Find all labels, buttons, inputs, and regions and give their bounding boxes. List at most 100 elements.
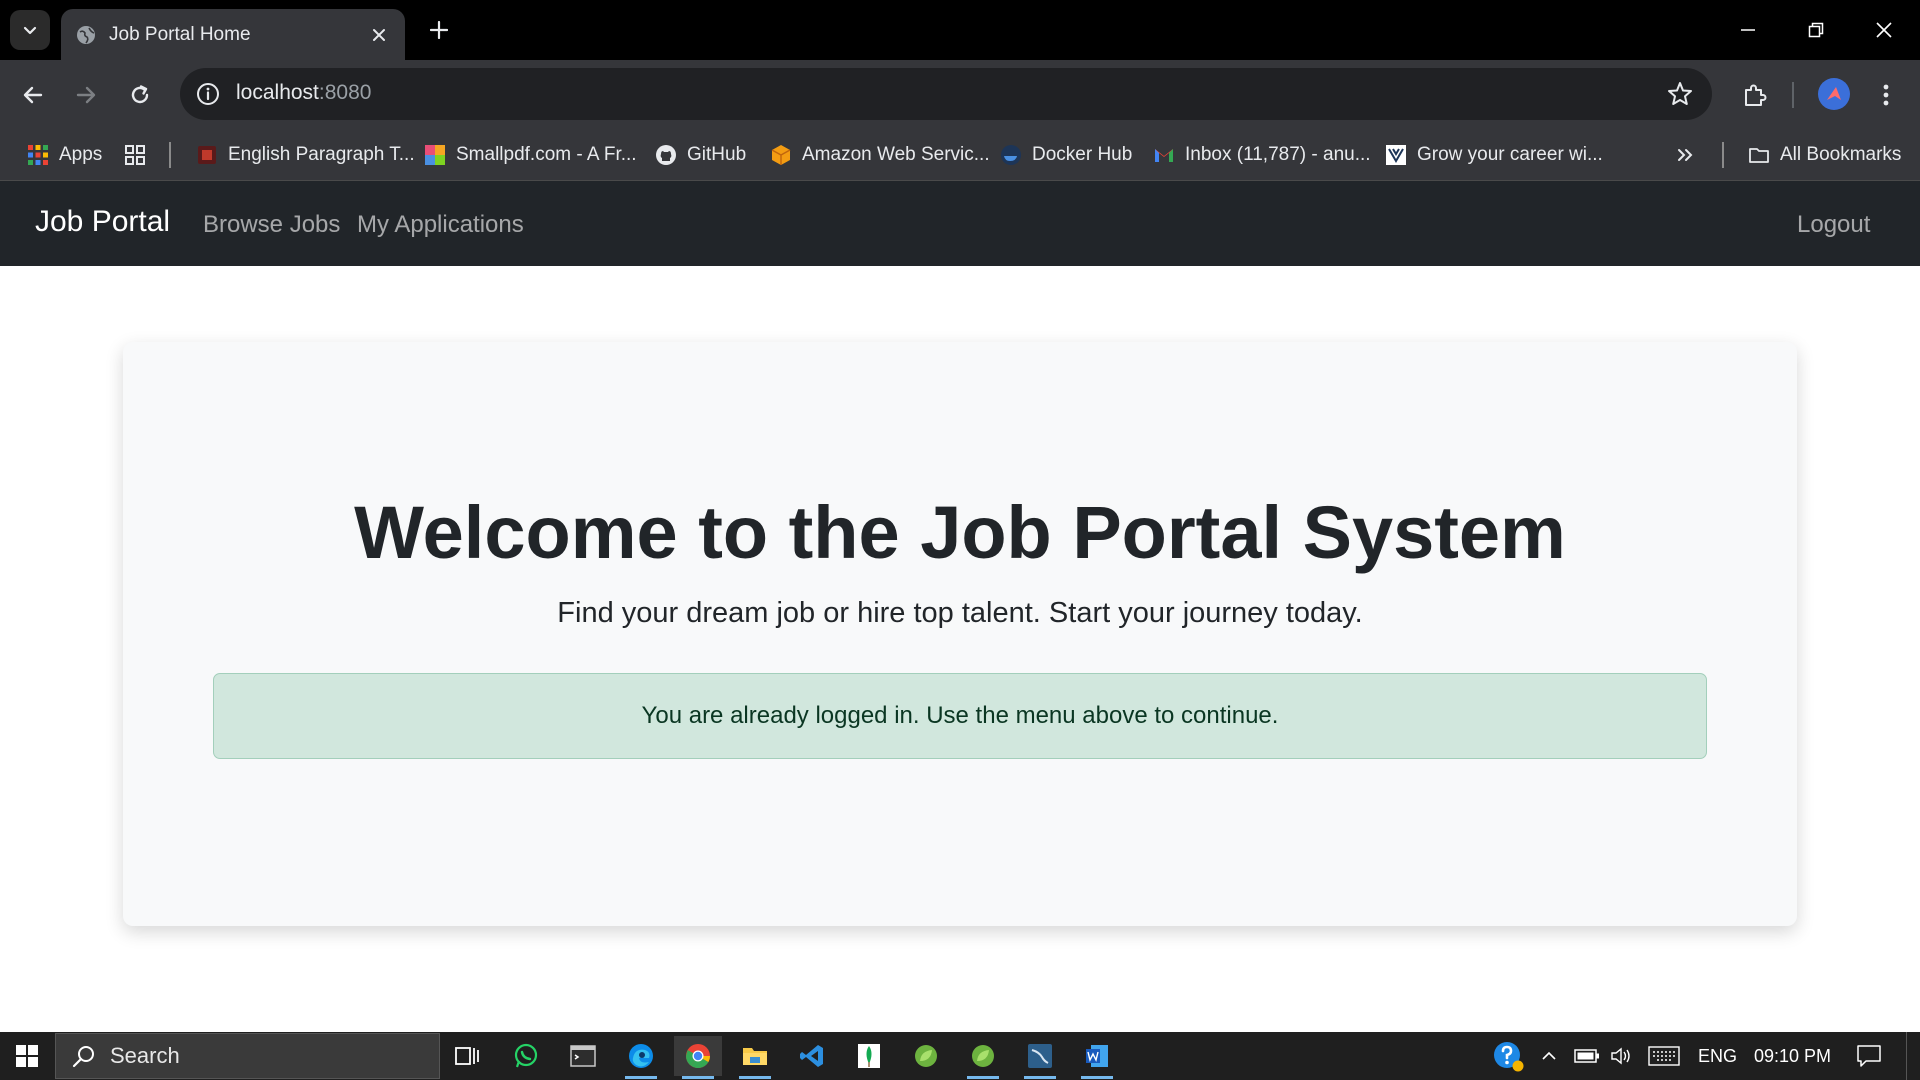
logout-link[interactable]: Logout xyxy=(1797,211,1870,239)
back-button[interactable] xyxy=(15,77,51,113)
arrow-right-icon xyxy=(76,86,96,104)
taskbar-chrome[interactable] xyxy=(674,1036,722,1079)
extensions-button[interactable] xyxy=(1736,77,1772,113)
search-icon xyxy=(72,1046,94,1068)
plus-icon xyxy=(430,21,448,39)
tab-search-button[interactable] xyxy=(10,10,50,50)
bookmark-label: Inbox (11,787) - anu... xyxy=(1185,144,1371,165)
taskbar-vscode[interactable] xyxy=(788,1036,836,1076)
nav-browse-jobs[interactable]: Browse Jobs xyxy=(203,211,340,239)
taskbar-whatsapp[interactable] xyxy=(502,1036,550,1076)
aws-cube-icon xyxy=(771,145,791,165)
bookmark-gmail-inbox[interactable]: Inbox (11,787) - anu... xyxy=(1153,142,1371,168)
taskbar-search-placeholder: Search xyxy=(110,1043,180,1068)
start-button[interactable] xyxy=(0,1032,54,1080)
puzzle-icon xyxy=(1745,84,1767,106)
taskbar-spring-tool-2[interactable] xyxy=(959,1036,1007,1079)
running-indicator xyxy=(625,1076,657,1079)
folder-icon xyxy=(1749,148,1769,163)
nav-my-applications[interactable]: My Applications xyxy=(357,211,524,239)
clock-time: 09:10 PM xyxy=(1754,1045,1832,1066)
battery-tray-icon[interactable] xyxy=(1574,1032,1600,1080)
taskbar-word[interactable] xyxy=(1073,1036,1121,1079)
browser-tab-strip: Job Portal Home xyxy=(0,0,1920,60)
task-view-button[interactable] xyxy=(443,1036,491,1076)
chevron-up-icon xyxy=(1542,1051,1556,1060)
battery-icon xyxy=(1574,1049,1599,1063)
taskbar-terminal[interactable] xyxy=(559,1036,607,1076)
taskbar-mongodb[interactable] xyxy=(845,1036,893,1076)
help-tray-icon[interactable] xyxy=(1492,1032,1524,1080)
windows-taskbar: Search ENG 09:10 PM xyxy=(0,1032,1920,1080)
welcome-card: Welcome to the Job Portal System Find yo… xyxy=(123,342,1797,926)
volume-tray-icon[interactable] xyxy=(1610,1032,1634,1080)
bookmark-grow-career[interactable]: Grow your career wi... xyxy=(1385,142,1603,168)
show-desktop-button[interactable] xyxy=(1906,1032,1920,1080)
bookmark-label: GitHub xyxy=(687,144,747,165)
taskbar-edge[interactable] xyxy=(617,1036,665,1079)
url-text[interactable]: localhost:8080 xyxy=(236,81,371,105)
site-info-icon[interactable] xyxy=(194,80,222,108)
notification-icon xyxy=(1857,1045,1881,1067)
restore-window-button[interactable] xyxy=(1792,10,1840,50)
vscode-icon xyxy=(800,1045,823,1067)
gmail-icon xyxy=(1155,149,1173,162)
bookmark-english-paragraph[interactable]: English Paragraph T... xyxy=(196,142,415,168)
windows-logo-icon xyxy=(16,1045,38,1067)
bookmark-docker-hub[interactable]: Docker Hub xyxy=(1000,142,1132,168)
bookmark-github[interactable]: GitHub xyxy=(655,142,746,168)
logged-in-alert: You are already logged in. Use the menu … xyxy=(213,673,1707,759)
tab-title: Job Portal Home xyxy=(109,23,251,45)
word-icon xyxy=(1086,1045,1108,1067)
all-bookmarks-button[interactable]: All Bookmarks xyxy=(1748,142,1901,168)
more-bookmarks-button[interactable] xyxy=(1676,142,1694,168)
browser-menu-button[interactable] xyxy=(1868,77,1904,113)
taskbar-search-box[interactable]: Search xyxy=(55,1033,440,1079)
chevron-double-right-icon xyxy=(1678,149,1693,161)
close-window-button[interactable] xyxy=(1860,10,1908,50)
bookmark-label: Grow your career wi... xyxy=(1417,144,1603,165)
address-bar[interactable]: localhost:8080 xyxy=(180,68,1712,120)
forward-button[interactable] xyxy=(68,77,104,113)
language-text: ENG xyxy=(1698,1045,1738,1066)
chrome-icon xyxy=(686,1044,710,1068)
reload-button[interactable] xyxy=(122,77,158,113)
bookmarks-bar: Apps English Paragraph T... Smallpdf.com… xyxy=(0,129,1920,181)
url-host: localhost xyxy=(236,81,319,104)
browser-toolbar: localhost:8080 xyxy=(0,60,1920,129)
tab-groups-button[interactable] xyxy=(124,142,156,168)
clock[interactable]: 09:10 PM xyxy=(1754,1032,1831,1080)
profile-icon xyxy=(1827,87,1841,100)
taskbar-spring-tool-1[interactable] xyxy=(902,1036,950,1076)
keyboard-tray-icon[interactable] xyxy=(1648,1032,1680,1080)
close-icon xyxy=(373,28,385,41)
edge-icon xyxy=(629,1044,653,1068)
apps-grid-icon xyxy=(28,145,48,165)
restore-icon xyxy=(1808,22,1824,38)
close-icon xyxy=(1876,22,1892,38)
close-tab-button[interactable] xyxy=(367,23,391,47)
navbar-brand[interactable]: Job Portal xyxy=(35,205,170,239)
taskbar-file-explorer[interactable] xyxy=(731,1036,779,1079)
running-indicator xyxy=(967,1076,999,1079)
bookmark-smallpdf[interactable]: Smallpdf.com - A Fr... xyxy=(424,142,637,168)
bookmark-apps[interactable]: Apps xyxy=(27,142,102,168)
show-hidden-icons-button[interactable] xyxy=(1540,1032,1558,1080)
page-title: Welcome to the Job Portal System xyxy=(354,491,1566,574)
minimize-icon xyxy=(1741,29,1755,31)
taskbar-mysql-workbench[interactable] xyxy=(1016,1036,1064,1079)
bookmarks-divider xyxy=(169,142,171,168)
new-tab-button[interactable] xyxy=(424,15,454,45)
smallpdf-icon xyxy=(425,145,445,165)
globe-icon xyxy=(77,25,95,44)
reload-icon xyxy=(131,85,149,104)
bookmark-label: Docker Hub xyxy=(1032,144,1133,165)
url-port: :8080 xyxy=(318,81,372,104)
minimize-window-button[interactable] xyxy=(1724,10,1772,50)
bookmark-aws[interactable]: Amazon Web Servic... xyxy=(770,142,990,168)
language-indicator[interactable]: ENG xyxy=(1698,1032,1737,1080)
notifications-button[interactable] xyxy=(1856,1032,1882,1080)
browser-tab-active[interactable]: Job Portal Home xyxy=(61,9,405,60)
bookmark-star-icon[interactable] xyxy=(1666,80,1694,108)
profile-avatar[interactable] xyxy=(1818,78,1850,110)
